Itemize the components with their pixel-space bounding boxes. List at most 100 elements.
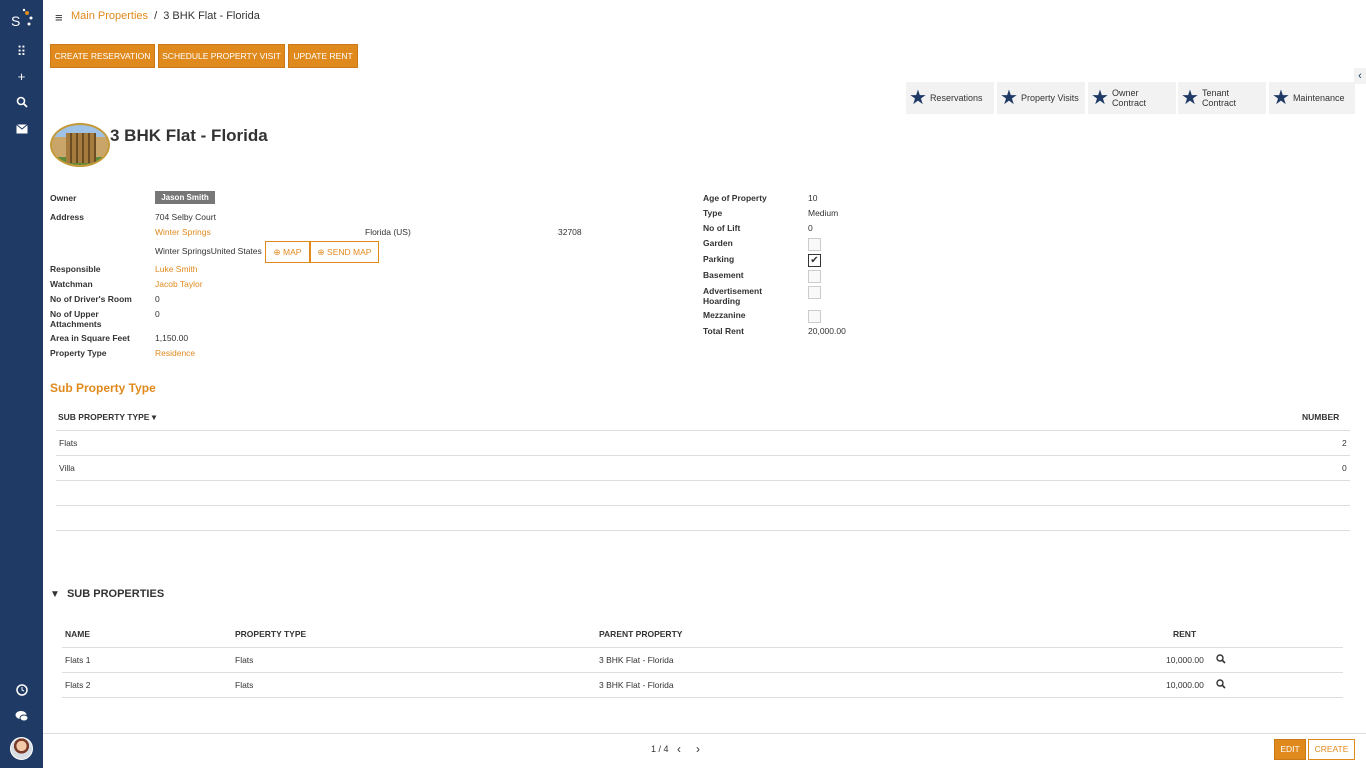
- col-header-sub-property-type[interactable]: SUB PROPERTY TYPE ▾: [58, 412, 156, 423]
- mail-icon[interactable]: [0, 122, 43, 138]
- search-icon: ⊕: [273, 247, 281, 257]
- table-row-parent[interactable]: 3 BHK Flat - Florida: [599, 680, 674, 690]
- responsible-label: Responsible: [50, 264, 101, 274]
- zoom-icon[interactable]: [1216, 654, 1226, 667]
- divider: [56, 530, 1350, 531]
- search-icon: ⊕: [317, 247, 325, 257]
- table-row-type[interactable]: Villa: [59, 463, 75, 473]
- advertisement-label: Advertisement Hoarding: [703, 286, 762, 306]
- edit-button[interactable]: EDIT: [1274, 739, 1306, 760]
- address-line: Winter SpringsUnited States: [155, 246, 262, 256]
- star-icon: ★: [1000, 87, 1018, 109]
- table-row-number[interactable]: 0: [1342, 463, 1347, 473]
- garden-label: Garden: [703, 238, 733, 248]
- property-type-label: Property Type: [50, 348, 107, 358]
- send-map-button[interactable]: ⊕ SEND MAP: [310, 241, 379, 263]
- smart-button-label: Property Visits: [1020, 93, 1079, 103]
- breadcrumb: Main Properties / 3 BHK Flat - Florida: [71, 10, 260, 22]
- map-button[interactable]: ⊕ MAP: [265, 241, 310, 263]
- table-row-type[interactable]: Flats: [235, 655, 253, 665]
- table-row-rent[interactable]: 10,000.00: [1166, 680, 1204, 690]
- sub-properties-toggle[interactable]: ▼ SUB PROPERTIES: [50, 588, 164, 600]
- responsible-value[interactable]: Luke Smith: [155, 264, 198, 274]
- parking-checkbox[interactable]: ✔: [808, 254, 821, 267]
- mezzanine-checkbox[interactable]: [808, 310, 821, 323]
- smart-button-label-line2: Contract: [1201, 98, 1236, 108]
- watchman-value[interactable]: Jacob Taylor: [155, 279, 203, 289]
- star-icon: ★: [1091, 87, 1109, 109]
- breadcrumb-separator: /: [154, 10, 158, 22]
- smart-button-maintenance[interactable]: ★ Maintenance: [1269, 82, 1355, 114]
- age-label: Age of Property: [703, 193, 767, 203]
- basement-label: Basement: [703, 270, 744, 280]
- star-icon: ★: [1272, 87, 1290, 109]
- basement-checkbox[interactable]: [808, 270, 821, 283]
- divider: [56, 505, 1350, 506]
- col-header-label: SUB PROPERTY TYPE: [58, 412, 150, 422]
- chevron-left-icon[interactable]: ‹: [677, 742, 681, 756]
- breadcrumb-parent[interactable]: Main Properties: [71, 10, 148, 22]
- chevron-left-icon[interactable]: ‹: [1354, 68, 1366, 84]
- top-bar: ≡ Main Properties / 3 BHK Flat - Florida: [43, 0, 1366, 34]
- advertisement-label-line1: Advertisement: [703, 286, 763, 296]
- apps-grid-icon[interactable]: ⠿: [0, 44, 43, 60]
- create-reservation-button[interactable]: CREATE RESERVATION: [50, 44, 155, 68]
- type-value: Medium: [808, 208, 839, 218]
- owner-badge[interactable]: Jason Smith: [155, 191, 215, 204]
- page-title: 3 BHK Flat - Florida: [110, 126, 268, 145]
- address-state: Florida (US): [365, 227, 411, 237]
- svg-text:S: S: [11, 13, 20, 29]
- caret-down-icon: ▾: [151, 412, 157, 422]
- clock-icon[interactable]: [0, 684, 43, 700]
- smart-button-label: Tenant Contract: [1202, 88, 1236, 108]
- divider: [56, 480, 1350, 481]
- col-header-name[interactable]: NAME: [65, 629, 90, 639]
- create-button[interactable]: CREATE: [1308, 739, 1355, 760]
- address-label: Address: [50, 212, 85, 222]
- smart-button-owner-contract[interactable]: ★ Owner Contract: [1088, 82, 1176, 114]
- smart-button-label-line1: Tenant: [1201, 88, 1229, 98]
- chat-icon[interactable]: [0, 710, 43, 726]
- table-row-name[interactable]: Flats 2: [65, 680, 91, 690]
- property-type-value[interactable]: Residence: [155, 348, 195, 358]
- table-row-rent[interactable]: 10,000.00: [1166, 655, 1204, 665]
- advertisement-checkbox[interactable]: [808, 286, 821, 299]
- total-rent-value: 20,000.00: [808, 326, 846, 336]
- footer-divider: [43, 733, 1366, 734]
- sub-property-type-title: Sub Property Type: [50, 381, 156, 395]
- col-header-property-type[interactable]: PROPERTY TYPE: [235, 629, 306, 639]
- schedule-property-visit-button[interactable]: SCHEDULE PROPERTY VISIT: [158, 44, 285, 68]
- area-label: Area in Square Feet: [50, 333, 130, 343]
- smart-button-reservations[interactable]: ★ Reservations: [906, 82, 994, 114]
- caret-down-icon: ▼: [50, 589, 60, 600]
- plus-icon[interactable]: +: [0, 69, 43, 85]
- table-row-type[interactable]: Flats: [59, 438, 77, 448]
- smart-button-tenant-contract[interactable]: ★ Tenant Contract: [1178, 82, 1266, 114]
- smart-button-property-visits[interactable]: ★ Property Visits: [997, 82, 1085, 114]
- address-city[interactable]: Winter Springs: [155, 227, 211, 237]
- menu-toggle-icon[interactable]: ≡: [55, 10, 63, 25]
- table-row-number[interactable]: 2: [1342, 438, 1347, 448]
- area-value: 1,150.00: [155, 333, 189, 343]
- star-icon: ★: [1181, 87, 1199, 109]
- garden-checkbox[interactable]: [808, 238, 821, 251]
- avatar[interactable]: [10, 737, 33, 760]
- col-header-number[interactable]: NUMBER: [1302, 412, 1339, 422]
- table-row-type[interactable]: Flats: [235, 680, 253, 690]
- watchman-label: Watchman: [50, 279, 93, 289]
- smart-button-label: Maintenance: [1292, 93, 1345, 103]
- pager-value[interactable]: 1 / 4: [651, 744, 669, 754]
- property-image[interactable]: [50, 123, 110, 167]
- zoom-icon[interactable]: [1216, 679, 1226, 692]
- sub-properties-title: SUB PROPERTIES: [66, 588, 165, 600]
- update-rent-button[interactable]: UPDATE RENT: [288, 44, 358, 68]
- chevron-right-icon[interactable]: ›: [696, 742, 700, 756]
- col-header-rent[interactable]: RENT: [1173, 629, 1196, 639]
- table-row-name[interactable]: Flats 1: [65, 655, 91, 665]
- app-logo-icon[interactable]: S: [0, 7, 43, 36]
- search-icon[interactable]: [0, 96, 43, 112]
- drivers-room-value: 0: [155, 294, 160, 304]
- col-header-parent-property[interactable]: PARENT PROPERTY: [599, 629, 682, 639]
- advertisement-label-line2: Hoarding: [703, 296, 741, 306]
- table-row-parent[interactable]: 3 BHK Flat - Florida: [599, 655, 674, 665]
